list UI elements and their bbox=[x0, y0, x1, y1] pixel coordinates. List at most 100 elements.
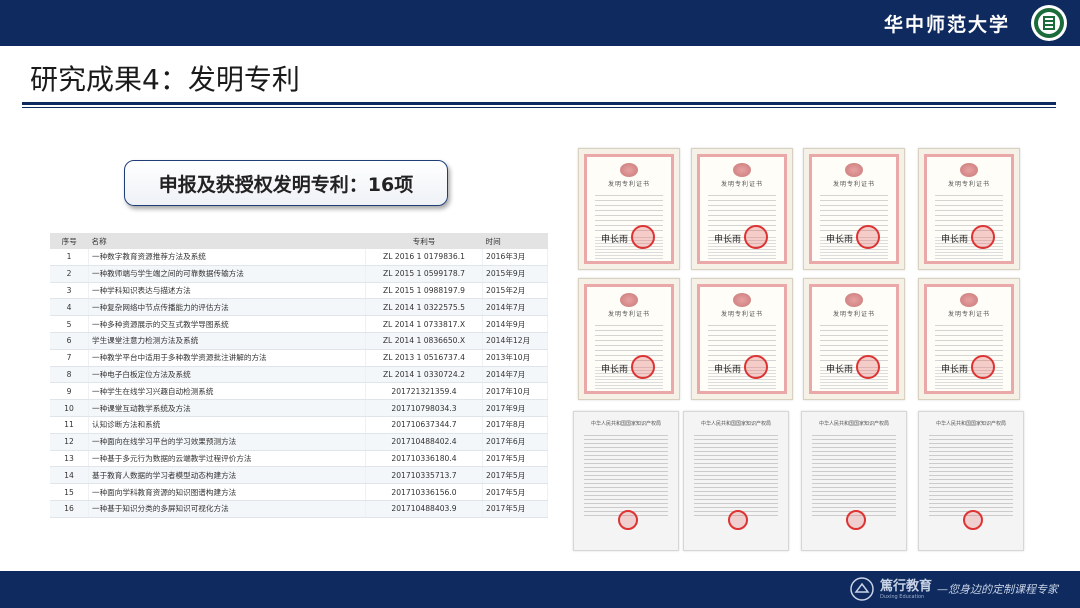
invention-certificate-image: 发明专利证书申长雨 bbox=[578, 278, 680, 400]
certificate-title: 发明专利证书 bbox=[832, 311, 875, 318]
column-header-patent-no: 专利号 bbox=[365, 233, 483, 249]
table-row: 5 一种多种资源展示的交互式教学导图系统 ZL 2014 1 0733817.X 20… bbox=[50, 315, 548, 333]
column-header-name: 名称 bbox=[88, 233, 366, 249]
cell-no: 12 bbox=[50, 433, 89, 451]
national-emblem-icon bbox=[845, 163, 863, 177]
cell-no: 7 bbox=[50, 349, 89, 367]
certificate-title: 发明专利证书 bbox=[607, 311, 650, 318]
table-row: 4 一种复杂网络中节点传播能力的评估方法 ZL 2014 1 0322575.5 20… bbox=[50, 298, 548, 317]
national-emblem-icon bbox=[845, 293, 863, 307]
red-seal-icon bbox=[846, 510, 866, 530]
notice-header: 中华人民共和国国家知识产权局 bbox=[700, 421, 771, 427]
red-seal-icon bbox=[963, 510, 983, 530]
cell-patent-no: ZL 2016 1 0179836.1 bbox=[365, 249, 483, 266]
cell-patent-no: 201721321359.4 bbox=[365, 382, 483, 401]
cell-name: 认知诊断方法和系统 bbox=[88, 416, 366, 434]
cell-name: 一种学生在线学习兴趣自动检测系统 bbox=[88, 382, 366, 401]
cell-name: 一种数字教育资源推荐方法及系统 bbox=[88, 249, 366, 266]
cell-date: 2017年5月 bbox=[482, 500, 548, 518]
cell-no: 16 bbox=[50, 500, 89, 518]
cell-name: 一种多种资源展示的交互式教学导图系统 bbox=[88, 315, 366, 333]
cell-date: 2013年10月 bbox=[482, 349, 548, 367]
red-seal-icon bbox=[631, 355, 655, 379]
footer-brand-en: Duxing Education bbox=[880, 594, 925, 600]
cell-date: 2017年9月 bbox=[482, 399, 548, 417]
slide-title: 研究成果4：发明专利 bbox=[30, 63, 300, 96]
table-row: 7 一种教学平台中适用于多种教学资源批注讲解的方法 ZL 2013 1 051673… bbox=[50, 349, 548, 367]
table-row: 1 一种数字教育资源推荐方法及系统 ZL 2016 1 0179836.1 2016年… bbox=[50, 249, 548, 266]
red-seal-icon bbox=[971, 225, 995, 249]
table-row: 15 一种面向学科教育资源的知识图谱构建方法 201710336156.0 2017年… bbox=[50, 483, 548, 501]
cell-name: 一种学科知识表达与描述方法 bbox=[88, 282, 366, 300]
certificate-title: 发明专利证书 bbox=[607, 181, 650, 188]
cell-date: 2016年3月 bbox=[482, 249, 548, 266]
cell-name: 一种教师端与学生端之间的可靠数据传输方法 bbox=[88, 265, 366, 283]
cell-no: 11 bbox=[50, 416, 89, 434]
cell-patent-no: ZL 2014 1 0836650.X bbox=[365, 332, 483, 350]
table-row: 14 基于教育人数据的学习者模型动态构建方法 201710335713.7 2017年… bbox=[50, 466, 548, 485]
certificate-text-lines bbox=[820, 321, 888, 361]
table-row: 16 一种基于知识分类的多屏知识可视化方法 201710488403.9 2017年5… bbox=[50, 500, 548, 518]
cell-patent-no: ZL 2014 1 0330724.2 bbox=[365, 366, 483, 384]
acceptance-notice-image: 中华人民共和国国家知识产权局 bbox=[683, 411, 789, 551]
table-header-row: 序号 名称 专利号 时间 bbox=[50, 233, 548, 249]
cell-date: 2014年9月 bbox=[482, 315, 548, 333]
acceptance-notice-image: 中华人民共和国国家知识产权局 bbox=[573, 411, 679, 551]
cell-name: 一种电子白板定位方法及系统 bbox=[88, 366, 366, 384]
notice-text-lines bbox=[694, 432, 778, 518]
cell-date: 2014年12月 bbox=[482, 332, 548, 350]
cell-patent-no: 201710335713.7 bbox=[365, 466, 483, 485]
cell-name: 一种面向在线学习平台的学习效果预测方法 bbox=[88, 433, 366, 451]
certificate-border: 发明专利证书申长雨 bbox=[809, 284, 899, 394]
table-row: 3 一种学科知识表达与描述方法 ZL 2015 1 0988197.9 2015年2月 bbox=[50, 282, 548, 300]
cell-no: 10 bbox=[50, 399, 89, 417]
notice-header: 中华人民共和国国家知识产权局 bbox=[935, 421, 1006, 427]
certificate-text-lines bbox=[935, 191, 1003, 231]
red-seal-icon bbox=[856, 355, 880, 379]
cell-date: 2017年8月 bbox=[482, 416, 548, 434]
invention-certificate-image: 发明专利证书 申长雨 bbox=[691, 148, 793, 270]
invention-certificate-image: 发明专利证书 申长雨 bbox=[691, 278, 793, 400]
acceptance-notice-image: 中华人民共和国国家知识产权局 bbox=[801, 411, 907, 551]
cell-no: 14 bbox=[50, 466, 89, 485]
cell-date: 2017年10月 bbox=[482, 382, 548, 401]
column-header-date: 时间 bbox=[482, 233, 548, 249]
invention-certificate-image: 发明专利证书申长雨 bbox=[578, 148, 680, 270]
certificate-text-lines bbox=[595, 191, 663, 231]
red-seal-icon bbox=[618, 510, 638, 530]
cell-patent-no: 201710336180.4 bbox=[365, 450, 483, 468]
acceptance-notice-image: 中华人民共和国国家知识产权局 bbox=[918, 411, 1024, 551]
notice-text-lines bbox=[929, 432, 1013, 518]
certificate-title: 发明专利证书 bbox=[832, 181, 875, 188]
cell-name: 一种基于多元行为数据的云端教学过程评价方法 bbox=[88, 450, 366, 468]
cell-no: 1 bbox=[50, 249, 89, 266]
table-row: 13 一种基于多元行为数据的云端教学过程评价方法 201710336180.4 201… bbox=[50, 450, 548, 468]
certificate-signature: 申长雨 bbox=[601, 365, 629, 375]
certificate-text-lines bbox=[708, 321, 776, 361]
cell-name: 一种面向学科教育资源的知识图谱构建方法 bbox=[88, 483, 366, 501]
table-row: 2 一种教师端与学生端之间的可靠数据传输方法 ZL 2015 1 0599178.7… bbox=[50, 265, 548, 283]
cell-date: 2017年5月 bbox=[482, 466, 548, 485]
cell-date: 2014年7月 bbox=[482, 298, 548, 317]
red-seal-icon bbox=[856, 225, 880, 249]
certificate-border: 发明专利证书申长雨 bbox=[584, 284, 674, 394]
cell-no: 15 bbox=[50, 483, 89, 501]
certificate-text-lines bbox=[595, 321, 663, 361]
certificate-signature: 申长雨 bbox=[941, 365, 969, 375]
cell-patent-no: ZL 2015 1 0599178.7 bbox=[365, 265, 483, 283]
certificate-signature: 申长雨 bbox=[826, 235, 854, 245]
certificate-border: 发明专利证书 申长雨 bbox=[697, 284, 787, 394]
certificate-signature: 申长雨 bbox=[826, 365, 854, 375]
cell-name: 学生课堂注意力检测方法及系统 bbox=[88, 332, 366, 350]
cell-patent-no: 201710798034.3 bbox=[365, 399, 483, 417]
cell-patent-no: ZL 2015 1 0988197.9 bbox=[365, 282, 483, 300]
red-seal-icon bbox=[744, 355, 768, 379]
certificate-border: 发明专利证书申长雨 bbox=[809, 154, 899, 264]
university-emblem-icon bbox=[1031, 5, 1067, 41]
column-header-no: 序号 bbox=[50, 233, 89, 249]
certificate-signature: 申长雨 bbox=[601, 235, 629, 245]
cell-name: 基于教育人数据的学习者模型动态构建方法 bbox=[88, 466, 366, 485]
table-row: 12 一种面向在线学习平台的学习效果预测方法 201710488402.4 2017年… bbox=[50, 433, 548, 451]
cell-date: 2017年5月 bbox=[482, 483, 548, 501]
certificate-border: 发明专利证书申长雨 bbox=[584, 154, 674, 264]
